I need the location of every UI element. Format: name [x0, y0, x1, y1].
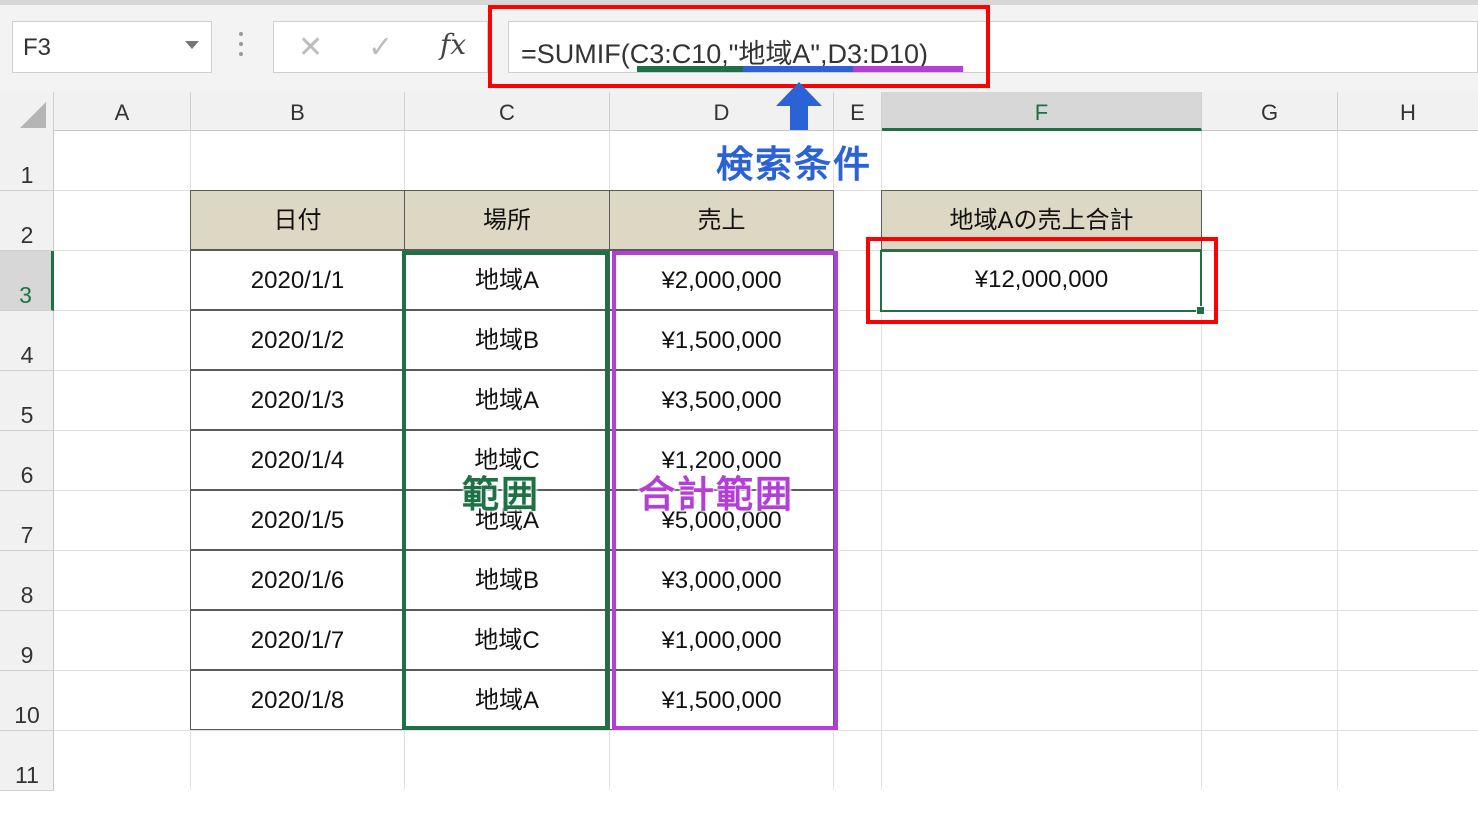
gridline	[1337, 131, 1338, 790]
column-header-b[interactable]: B	[191, 92, 405, 131]
column-header-g[interactable]: G	[1202, 92, 1338, 131]
close-icon[interactable]: ✕	[298, 30, 323, 65]
row-header-9[interactable]: 9	[0, 611, 54, 671]
table-header-date[interactable]: 日付	[190, 190, 405, 250]
table-cell-date[interactable]: 2020/1/7	[190, 610, 405, 670]
result-highlight-box	[866, 237, 1218, 324]
table-cell-date[interactable]: 2020/1/2	[190, 310, 405, 370]
row-header-6[interactable]: 6	[0, 431, 54, 491]
row-header-8[interactable]: 8	[0, 551, 54, 611]
column-headers: A B C D E F G H	[0, 92, 1478, 131]
table-cell-date[interactable]: 2020/1/1	[190, 250, 405, 310]
row-header-1[interactable]: 1	[0, 131, 54, 191]
row-header-5[interactable]: 5	[0, 371, 54, 431]
check-icon[interactable]: ✓	[368, 30, 393, 65]
column-header-f[interactable]: F	[882, 92, 1202, 131]
column-header-e[interactable]: E	[834, 92, 882, 131]
table-cell-date[interactable]: 2020/1/8	[190, 670, 405, 730]
row-header-11[interactable]: 11	[0, 731, 54, 791]
name-box-value: F3	[23, 34, 52, 61]
formula-buttons: ✕ ✓ fx	[273, 21, 488, 73]
table-header-sales[interactable]: 売上	[609, 190, 834, 250]
more-options-icon[interactable]	[238, 32, 244, 62]
select-all-corner[interactable]	[0, 92, 54, 131]
row-header-7[interactable]: 7	[0, 491, 54, 551]
formula-highlight-box	[488, 5, 990, 88]
column-header-c[interactable]: C	[405, 92, 610, 131]
name-box[interactable]: F3	[12, 21, 212, 73]
column-header-h[interactable]: H	[1338, 92, 1478, 131]
fx-icon[interactable]: fx	[440, 28, 466, 61]
row-headers: 1 2 3 4 5 6 7 8 9 10 11	[0, 131, 54, 791]
table-cell-date[interactable]: 2020/1/5	[190, 490, 405, 550]
chevron-down-icon[interactable]	[185, 41, 199, 49]
table-header-place[interactable]: 場所	[404, 190, 610, 250]
criteria-label: 検索条件	[716, 143, 872, 186]
row-header-2[interactable]: 2	[0, 191, 54, 251]
row-header-4[interactable]: 4	[0, 311, 54, 371]
select-all-icon	[20, 102, 46, 128]
row-header-10[interactable]: 10	[0, 671, 54, 731]
sum-range-label: 合計範囲	[638, 473, 794, 516]
row-header-3[interactable]: 3	[0, 251, 54, 311]
arrow-up-icon	[776, 82, 822, 130]
table-cell-date[interactable]: 2020/1/4	[190, 430, 405, 490]
range-label: 範囲	[462, 473, 540, 516]
table-cell-date[interactable]: 2020/1/3	[190, 370, 405, 430]
table-cell-date[interactable]: 2020/1/6	[190, 550, 405, 610]
column-header-a[interactable]: A	[54, 92, 191, 131]
